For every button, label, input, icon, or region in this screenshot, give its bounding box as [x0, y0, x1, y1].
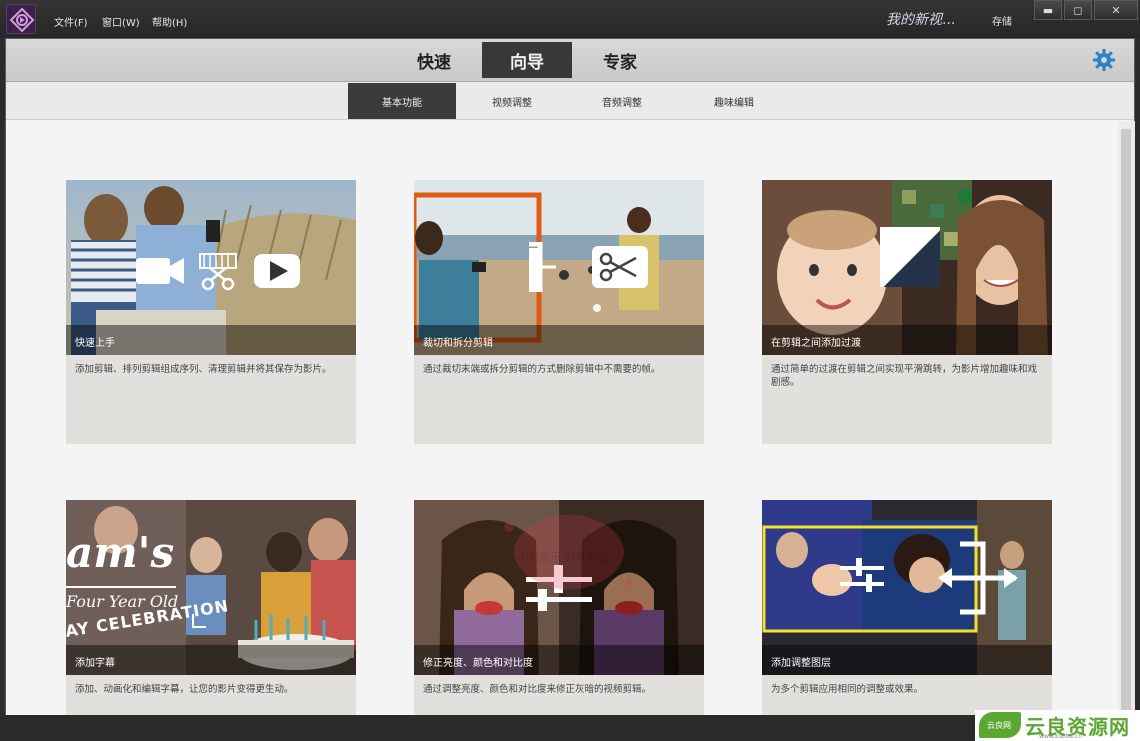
tab-expert[interactable]: 专家	[575, 42, 665, 78]
card-description: 添加剪辑、排列剪辑组成序列、清理剪辑并将其保存为影片。	[75, 364, 332, 375]
badge-leaf-text: 云良网	[987, 721, 1011, 730]
title-bar: 文件(F) 窗口(W) 帮助(H) 我的新视... 存储 ▬ ◻ ✕	[0, 0, 1140, 38]
leaf-logo-icon: 云良网	[979, 712, 1021, 738]
tab-basics[interactable]: 基本功能	[348, 83, 456, 119]
title-overlay-rule	[66, 586, 176, 588]
window-controls: ▬ ◻ ✕	[1034, 0, 1138, 20]
film-scissors-icon	[199, 253, 237, 291]
project-name[interactable]: 我的新视...	[886, 9, 955, 29]
caption-bar: 裁切和拆分剪辑	[414, 325, 704, 355]
card-title: 添加调整图层	[771, 658, 831, 669]
guide-card-quick-start[interactable]: 快速上手 添加剪辑、排列剪辑组成序列、清理剪辑并将其保存为影片。	[66, 180, 356, 444]
badge-url: www.kubbs.cn	[1039, 733, 1082, 740]
card-description: 通过简单的过渡在剪辑之间实现平滑跳转，为影片增加趣味和戏剧感。	[771, 364, 1038, 388]
card-description: 通过裁切末端或拆分剪辑的方式删除剪辑中不需要的帧。	[423, 364, 661, 375]
guided-category-bar: 基本功能 视频调整 音频调整 趣味编辑	[6, 82, 1134, 120]
close-button[interactable]: ✕	[1094, 0, 1138, 20]
title-overlay-line1: am's	[66, 528, 175, 577]
vertical-scrollbar[interactable]	[1118, 121, 1135, 716]
watermark-text: 小刀娱乐 分享网址	[517, 551, 609, 564]
caption-bar: 添加字幕	[66, 645, 356, 675]
tab-quick[interactable]: 快速	[389, 42, 479, 78]
guide-card-trim-split[interactable]: 裁切和拆分剪辑 通过裁切末端或拆分剪辑的方式删除剪辑中不需要的帧。	[414, 180, 704, 444]
card-title: 添加字幕	[75, 658, 115, 669]
card-description: 为多个剪辑应用相同的调整或效果。	[771, 684, 924, 695]
split-scissors-icon	[529, 242, 648, 292]
scroll-thumb[interactable]	[1121, 129, 1131, 714]
menu-window[interactable]: 窗口(W)	[102, 14, 140, 29]
guide-card-transitions[interactable]: 在剪辑之间添加过渡 通过简单的过渡在剪辑之间实现平滑跳转，为影片增加趣味和戏剧感…	[762, 180, 1052, 444]
main-frame: 快速 向导 专家 基本功能 视频调整 音频调整 趣味编辑 快速上手 添加剪辑、排…	[5, 38, 1135, 716]
site-badge: 云良网 云良资源网 www.kubbs.cn	[975, 710, 1140, 741]
watermark-stamp: 小刀娱乐 分享网址	[489, 507, 649, 597]
transition-icon	[880, 227, 940, 287]
caption-bar: 快速上手	[66, 325, 356, 355]
mode-bar: 快速 向导 专家	[6, 39, 1134, 82]
crop-corner-icon	[192, 614, 206, 628]
adjustment-layer-icon	[840, 541, 1018, 615]
tab-fun-edits[interactable]: 趣味编辑	[680, 83, 788, 119]
minimize-button[interactable]: ▬	[1034, 0, 1062, 20]
guide-card-titles[interactable]: am's Four Year Old AY CELEBRATION 添加字幕 添…	[64, 500, 356, 716]
menu-help[interactable]: 帮助(H)	[152, 14, 187, 29]
caption-bar: 添加调整图层	[762, 645, 1052, 675]
save-button[interactable]: 存储	[992, 13, 1012, 28]
quick-start-icons	[136, 252, 306, 296]
menu-file[interactable]: 文件(F)	[54, 14, 88, 29]
maximize-button[interactable]: ◻	[1064, 0, 1092, 20]
card-title: 在剪辑之间添加过渡	[771, 338, 861, 349]
guided-content-area: 快速上手 添加剪辑、排列剪辑组成序列、清理剪辑并将其保存为影片。 裁切和拆分剪辑…	[6, 121, 1118, 716]
card-description: 添加、动画化和编辑字幕，让您的影片变得更生动。	[75, 684, 294, 695]
video-camera-icon	[136, 258, 184, 284]
caption-bar: 修正亮度、颜色和对比度	[414, 645, 704, 675]
card-title: 裁切和拆分剪辑	[423, 338, 493, 349]
guide-card-adjustment-layer[interactable]: 添加调整图层 为多个剪辑应用相同的调整或效果。	[762, 500, 1052, 716]
gear-icon[interactable]	[1092, 48, 1116, 72]
tab-video-adjust[interactable]: 视频调整	[458, 83, 566, 119]
card-description: 通过调整亮度、颜色和对比度来修正灰暗的视频剪辑。	[423, 684, 652, 695]
tab-guided[interactable]: 向导	[482, 42, 572, 78]
card-title: 修正亮度、颜色和对比度	[423, 658, 533, 669]
play-icon	[254, 254, 300, 288]
caption-bar: 在剪辑之间添加过渡	[762, 325, 1052, 355]
tab-audio-adjust[interactable]: 音频调整	[568, 83, 676, 119]
card-title: 快速上手	[75, 338, 115, 349]
status-strip	[0, 715, 1140, 741]
premiere-elements-logo-icon	[6, 4, 36, 34]
